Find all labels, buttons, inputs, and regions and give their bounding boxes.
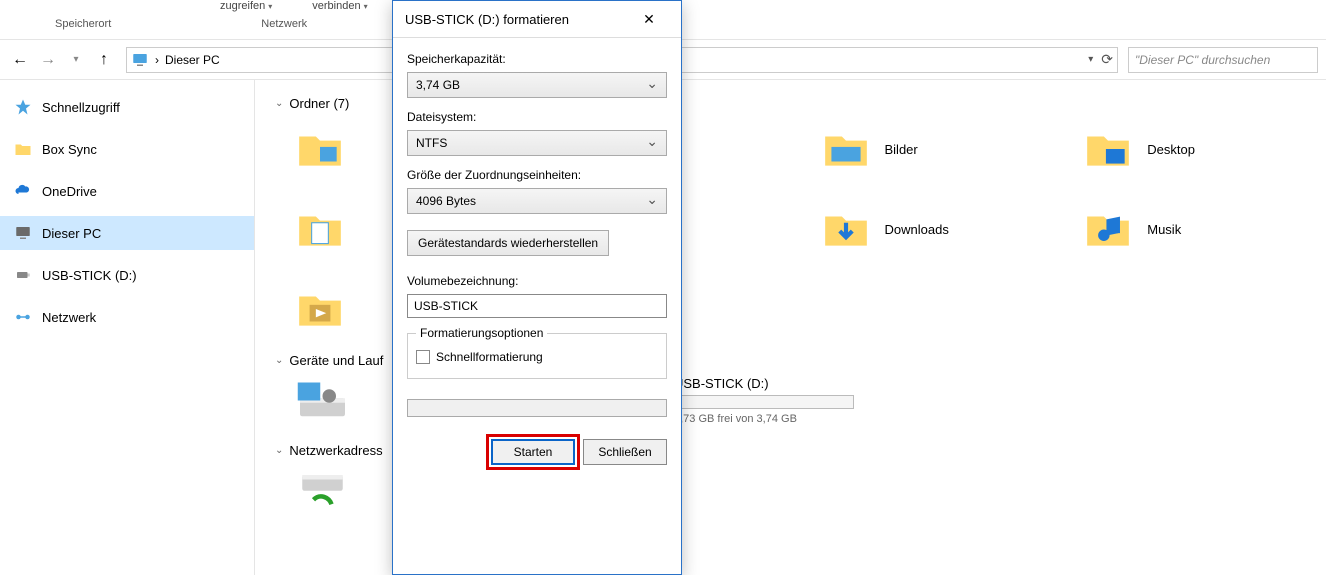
- restore-defaults-button[interactable]: Gerätestandards wiederherstellen: [407, 230, 609, 256]
- folder-icon: [14, 140, 32, 158]
- capacity-value: 3,74 GB: [416, 78, 460, 92]
- sidebar-item-thispc[interactable]: Dieser PC: [0, 216, 254, 250]
- device-name: USB-STICK (D:): [674, 376, 854, 391]
- ribbon-cmd[interactable]: verbinden: [312, 0, 367, 18]
- progress-bar: [407, 399, 667, 417]
- device-item-local[interactable]: [295, 376, 364, 425]
- usb-icon: [14, 266, 32, 284]
- pc-icon: [14, 224, 32, 242]
- back-button[interactable]: ←: [8, 48, 32, 72]
- ribbon-cmd[interactable]: zugreifen: [220, 0, 272, 18]
- folder-label: Musik: [1147, 222, 1181, 237]
- recent-dropdown[interactable]: ▾: [64, 48, 88, 72]
- volume-label: Volumebezeichnung:: [407, 274, 667, 288]
- restore-defaults-label: Gerätestandards wiederherstellen: [418, 236, 598, 250]
- network-drive-icon: [295, 466, 350, 511]
- filesystem-select[interactable]: NTFS: [407, 130, 667, 156]
- close-dialog-button[interactable]: Schließen: [583, 439, 667, 465]
- search-placeholder: "Dieser PC" durchsuchen: [1135, 53, 1270, 67]
- chevron-down-icon: ⌄: [275, 445, 283, 456]
- sidebar-item-onedrive[interactable]: OneDrive: [0, 174, 254, 208]
- allocation-select[interactable]: 4096 Bytes: [407, 188, 667, 214]
- folder-item-bilder[interactable]: Bilder: [821, 119, 1044, 179]
- format-options-fieldset: Formatierungsoptionen Schnellformatierun…: [407, 326, 667, 379]
- sidebar-item-label: Box Sync: [42, 142, 97, 157]
- folder-documents-icon: [295, 204, 345, 254]
- sidebar-item-label: Dieser PC: [42, 226, 101, 241]
- dialog-titlebar[interactable]: USB-STICK (D:) formatieren ✕: [393, 1, 681, 37]
- folder-pictures-icon: [821, 124, 871, 174]
- folder-music-icon: [1083, 204, 1133, 254]
- device-item-usb[interactable]: USB-STICK (D:) 3,73 GB frei von 3,74 GB: [674, 376, 854, 425]
- pc-icon: [131, 51, 149, 69]
- forward-button[interactable]: →: [36, 48, 60, 72]
- up-button[interactable]: ↑: [92, 48, 116, 72]
- chevron-down-icon: ⌄: [275, 98, 283, 109]
- filesystem-value: NTFS: [416, 136, 447, 150]
- path-text: Dieser PC: [165, 53, 220, 67]
- section-title: Geräte und Lauf: [289, 353, 383, 368]
- navigation-sidebar: Schnellzugriff Box Sync OneDrive Dieser …: [0, 80, 255, 575]
- sidebar-item-label: USB-STICK (D:): [42, 268, 137, 283]
- drive-icon: [295, 378, 350, 423]
- sidebar-item-label: Netzwerk: [42, 310, 96, 325]
- network-icon: [14, 308, 32, 326]
- allocation-value: 4096 Bytes: [416, 194, 476, 208]
- folder-item-desktop[interactable]: Desktop: [1083, 119, 1306, 179]
- section-title: Ordner (7): [289, 96, 349, 111]
- folder-videos-icon: [295, 284, 345, 334]
- close-button[interactable]: ✕: [629, 4, 669, 34]
- device-subtext: 3,73 GB frei von 3,74 GB: [674, 413, 854, 425]
- capacity-select[interactable]: 3,74 GB: [407, 72, 667, 98]
- folder-downloads-icon: [821, 204, 871, 254]
- checkbox-icon: [416, 350, 430, 364]
- sidebar-item-label: OneDrive: [42, 184, 97, 199]
- folder-label: Bilder: [885, 142, 918, 157]
- sidebar-item-boxsync[interactable]: Box Sync: [0, 132, 254, 166]
- storage-bar: [674, 395, 854, 409]
- capacity-label: Speicherkapazität:: [407, 52, 667, 66]
- folder-label: Desktop: [1147, 142, 1195, 157]
- format-options-legend: Formatierungsoptionen: [416, 326, 547, 340]
- volume-name-input[interactable]: [407, 294, 667, 318]
- search-input[interactable]: "Dieser PC" durchsuchen: [1128, 47, 1318, 73]
- close-button-label: Schließen: [598, 445, 651, 459]
- sidebar-item-label: Schnellzugriff: [42, 100, 120, 115]
- allocation-label: Größe der Zuordnungseinheiten:: [407, 168, 667, 182]
- sidebar-item-usb[interactable]: USB-STICK (D:): [0, 258, 254, 292]
- ribbon-group-label: Speicherort: [55, 18, 111, 30]
- folder-label: Downloads: [885, 222, 949, 237]
- folder-3d-icon: [295, 124, 345, 174]
- chevron-down-icon: ⌄: [275, 355, 283, 366]
- quick-format-checkbox[interactable]: Schnellformatierung: [416, 350, 658, 364]
- sidebar-item-network[interactable]: Netzwerk: [0, 300, 254, 334]
- path-separator: ›: [155, 53, 159, 67]
- section-title: Netzwerkadress: [289, 443, 382, 458]
- start-button-label: Starten: [514, 445, 553, 459]
- format-dialog: USB-STICK (D:) formatieren ✕ Speicherkap…: [392, 0, 682, 575]
- address-dropdown-icon[interactable]: ▾: [1088, 54, 1093, 65]
- folder-item-musik[interactable]: Musik: [1083, 199, 1306, 259]
- folder-desktop-icon: [1083, 124, 1133, 174]
- refresh-icon[interactable]: ⟳: [1101, 51, 1113, 68]
- close-icon: ✕: [643, 11, 655, 28]
- dialog-title: USB-STICK (D:) formatieren: [405, 12, 569, 27]
- ribbon-group-label: Netzwerk: [261, 18, 307, 30]
- folder-item-downloads[interactable]: Downloads: [821, 199, 1044, 259]
- cloud-icon: [14, 182, 32, 200]
- quick-format-label: Schnellformatierung: [436, 350, 543, 364]
- start-button[interactable]: Starten: [491, 439, 575, 465]
- sidebar-item-quickaccess[interactable]: Schnellzugriff: [0, 90, 254, 124]
- filesystem-label: Dateisystem:: [407, 110, 667, 124]
- star-icon: [14, 98, 32, 116]
